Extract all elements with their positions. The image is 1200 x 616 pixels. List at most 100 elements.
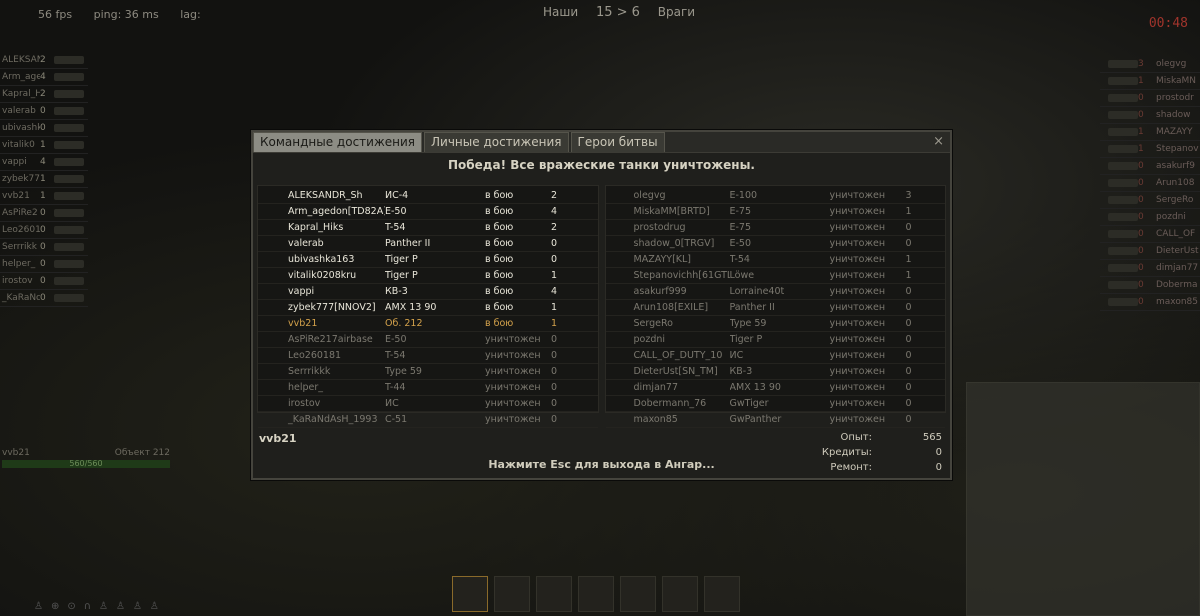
- tank-cell: Tiger P: [385, 270, 418, 281]
- side-enemy-frags: 1: [1138, 76, 1144, 86]
- side-ally-row: ALEKSANI2: [0, 52, 88, 69]
- tab-team-achievements[interactable]: Командные достижения: [253, 132, 423, 152]
- side-enemy-row: 3 olegvg: [1100, 56, 1200, 73]
- battle-results-dialog: Командные достижения Личные достижения Г…: [251, 130, 952, 480]
- frags-cell: 2: [551, 222, 558, 233]
- player-name-cell: irostov: [288, 398, 321, 409]
- ammo-slot-1[interactable]: [452, 576, 488, 612]
- side-ally-row: Serrrikk 0: [0, 239, 88, 256]
- tank-cell: Type 59: [729, 318, 767, 329]
- tab-battle-heroes[interactable]: Герои битвы: [570, 132, 665, 152]
- side-enemy-frags: 0: [1138, 161, 1144, 171]
- side-ally-frags: 1: [40, 140, 46, 150]
- player-name-cell: prostodrug: [633, 222, 686, 233]
- ally-result-row: Leo260181 T-54 уничтожен 0: [258, 348, 598, 364]
- side-ally-name: Serrrikk: [2, 242, 37, 252]
- tank-icon: [54, 243, 84, 251]
- side-ally-frags: 4: [40, 157, 46, 167]
- side-enemy-name: Doberma: [1156, 280, 1198, 290]
- side-enemy-name: MAZAYY: [1156, 127, 1193, 137]
- side-enemy-frags: 0: [1138, 263, 1144, 273]
- player-name-cell: asakurf999: [633, 286, 687, 297]
- frags-cell: 0: [551, 366, 558, 377]
- player-name-cell: vitalik0208kru: [288, 270, 357, 281]
- side-ally-frags: 0: [40, 293, 46, 303]
- status-cell: уничтожен: [829, 270, 886, 281]
- tank-icon: [54, 56, 84, 64]
- status-cell: в бою: [485, 270, 514, 281]
- tank-icon: [54, 277, 84, 285]
- consumable-slot-2[interactable]: [620, 576, 656, 612]
- side-enemy-row: 0 asakurf9: [1100, 158, 1200, 175]
- score-value: 15 > 6: [595, 5, 640, 20]
- status-cell: уничтожен: [829, 286, 886, 297]
- consumable-slot-1[interactable]: [578, 576, 614, 612]
- enemy-result-row: Dobermann_76 GwTiger уничтожен 0: [605, 396, 945, 412]
- tank-icon: [1108, 162, 1138, 170]
- side-ally-row: vitalik0 1: [0, 137, 88, 154]
- tank-icon: [54, 175, 84, 183]
- side-ally-row: AsPiRe2 0: [0, 205, 88, 222]
- frags-cell: 0: [905, 238, 912, 249]
- tank-icon: [1108, 196, 1138, 204]
- enemy-result-row: DieterUst[SN_TM] КВ-3 уничтожен 0: [605, 364, 945, 380]
- tank-icon: [54, 107, 84, 115]
- player-name-cell: zybek777[NNOV2]: [288, 302, 376, 313]
- ally-result-row: vvb21 Об. 212 в бою 1: [258, 316, 598, 332]
- player-name-cell: pozdni: [633, 334, 666, 345]
- ammo-slot-2[interactable]: [494, 576, 530, 612]
- player-hp-name: vvb21: [2, 448, 30, 458]
- tank-cell: Tiger P: [385, 254, 418, 265]
- player-name-cell: dimjan77: [633, 382, 679, 393]
- tank-icon: [54, 90, 84, 98]
- side-enemy-row: 1 Stepanov: [1100, 141, 1200, 158]
- player-name-cell: DieterUst[SN_TM]: [633, 366, 718, 377]
- side-enemy-row: 0 DieterUst: [1100, 243, 1200, 260]
- tank-cell: T-44: [385, 382, 406, 393]
- frags-cell: 0: [551, 238, 558, 249]
- side-enemy-row: 0 prostodr: [1100, 90, 1200, 107]
- tank-icon: [1108, 77, 1138, 85]
- status-cell: в бою: [485, 206, 514, 217]
- minimap[interactable]: [966, 382, 1200, 616]
- status-cell: уничтожен: [829, 238, 886, 249]
- side-ally-row: valerab 0: [0, 103, 88, 120]
- results-footer: vvb21 Опыт: 565 Кредиты: 0 Ремонт: 0 Нажмите …: [257, 418, 946, 473]
- frags-cell: 1: [905, 206, 912, 217]
- tank-cell: Type 59: [385, 366, 422, 377]
- status-cell: в бою: [485, 238, 514, 249]
- status-cell: уничтожен: [829, 350, 886, 361]
- player-name-cell: Arm_agedon[TD82A]: [288, 206, 385, 217]
- status-cell: уничтожен: [485, 382, 541, 393]
- side-ally-name: _KaRaNc: [2, 293, 40, 303]
- ally-result-row: helper_ T-44 уничтожен 0: [258, 380, 598, 396]
- consumable-slot-3[interactable]: [662, 576, 698, 612]
- tank-cell: ИС: [385, 398, 399, 409]
- consumable-slot-4[interactable]: [704, 576, 740, 612]
- player-hp-tank: Объект 212: [114, 448, 170, 458]
- side-ally-row: vappi 4: [0, 154, 88, 171]
- frags-cell: 0: [905, 222, 912, 233]
- ping-value: ping: 36 ms: [93, 8, 159, 21]
- side-enemy-row: 0 shadow: [1100, 107, 1200, 124]
- enemy-result-row: shadow_0[TRGV] E-50 уничтожен 0: [605, 236, 945, 252]
- side-ally-name: zybek777: [2, 174, 40, 184]
- status-cell: в бою: [485, 222, 514, 233]
- player-name: vvb21: [259, 432, 297, 445]
- tab-personal-achievements[interactable]: Личные достижения: [424, 132, 569, 152]
- tank-icon: [1108, 111, 1138, 119]
- enemy-result-row: MAZAYY[KL] T-54 уничтожен 1: [605, 252, 945, 268]
- tank-cell: E-75: [729, 222, 752, 233]
- side-enemy-name: maxon85: [1156, 297, 1198, 307]
- tank-cell: ИС: [729, 350, 744, 361]
- status-cell: уничтожен: [829, 398, 886, 409]
- enemies-label: Враги: [657, 5, 696, 19]
- tank-cell: Tiger P: [729, 334, 763, 345]
- tank-icon: [54, 209, 84, 217]
- ammo-slot-3[interactable]: [536, 576, 572, 612]
- tank-cell: Löwe: [729, 270, 755, 281]
- tank-cell: E-50: [729, 238, 752, 249]
- side-ally-frags: 0: [40, 259, 46, 269]
- frags-cell: 0: [551, 334, 558, 345]
- close-icon[interactable]: ×: [933, 134, 944, 149]
